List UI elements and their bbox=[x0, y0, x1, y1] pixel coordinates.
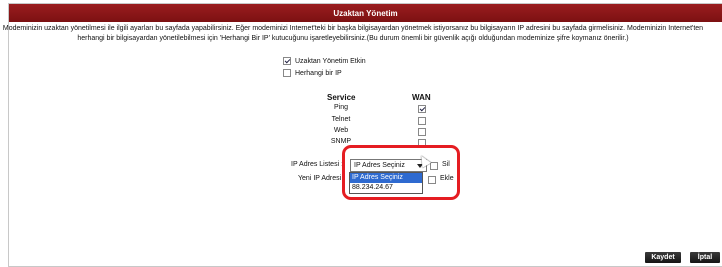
description-line-2: herhangi bir bilgisayardan yönetilebilme… bbox=[77, 35, 629, 42]
cancel-button[interactable]: İptal bbox=[690, 252, 720, 263]
save-button[interactable]: Kaydet bbox=[645, 252, 681, 263]
ip-list-label: IP Adres Listesi : bbox=[291, 161, 344, 168]
wan-web-checkbox[interactable] bbox=[418, 128, 426, 136]
wan-telnet-checkbox[interactable] bbox=[418, 117, 426, 125]
description-line-1: Modeminizin uzaktan yönetilmesi ile ilgi… bbox=[2, 25, 704, 32]
panel-title: Uzaktan Yönetim bbox=[9, 4, 722, 22]
service-name-ping: Ping bbox=[333, 104, 348, 111]
any-ip-option[interactable]: Herhangi bir IP bbox=[283, 69, 342, 77]
service-name-snmp: SNMP bbox=[330, 138, 352, 145]
remote-enabled-label: Uzaktan Yönetim Etkin bbox=[295, 57, 366, 65]
remote-enabled-option[interactable]: Uzaktan Yönetim Etkin bbox=[283, 57, 366, 65]
wan-ping-checkbox[interactable] bbox=[418, 105, 426, 113]
service-name-web: Web bbox=[333, 127, 349, 134]
highlight-annotation bbox=[342, 145, 460, 200]
wan-column-header: WAN bbox=[412, 93, 431, 102]
description: Modeminizin uzaktan yönetilmesi ile ilgi… bbox=[0, 24, 714, 44]
any-ip-checkbox[interactable] bbox=[283, 69, 291, 77]
service-name-telnet: Telnet bbox=[331, 116, 351, 123]
service-column-header: Service bbox=[327, 93, 356, 102]
any-ip-label: Herhangi bir IP bbox=[295, 69, 342, 77]
new-ip-label: Yeni IP Adresi : bbox=[298, 175, 346, 182]
remote-enabled-checkbox[interactable] bbox=[283, 57, 291, 65]
